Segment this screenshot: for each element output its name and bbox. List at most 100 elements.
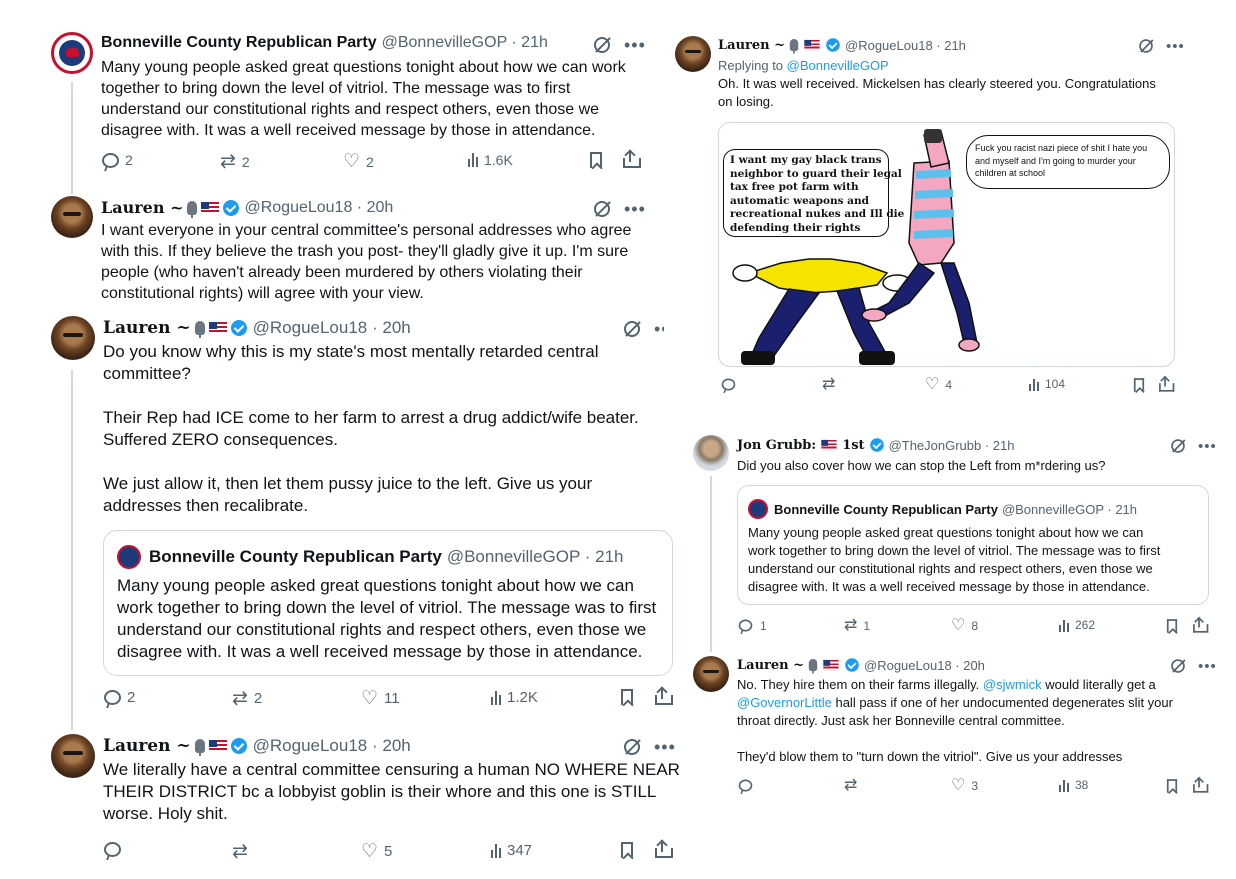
tweet-lauren-second[interactable]: Lauren ~ @RogueLou18 · 20h ••• We litera… [34,726,690,879]
grok-icon[interactable] [1171,659,1185,673]
reply-button[interactable] [737,778,760,793]
reply-button[interactable]: 1 [737,618,767,633]
avatar-lauren[interactable] [51,734,95,778]
tweet-text-line: Their Rep had ICE come to her farm to ar… [103,408,639,427]
repost-button[interactable]: ⇄ [822,377,841,393]
author-name[interactable]: Lauren ~ [103,736,191,756]
author-handle[interactable]: @TheJonGrubb · 21h [889,438,1015,453]
grok-icon[interactable] [594,37,610,53]
author-handle[interactable]: @RogueLou18 · 20h [244,199,393,217]
more-icon[interactable]: ••• [1166,39,1185,54]
author-handle[interactable]: @RogueLou18 · 20h [864,658,985,673]
more-icon[interactable]: ••• [1198,439,1217,454]
verified-badge-icon[interactable] [223,199,240,216]
like-button[interactable]: ♡ 11 [361,689,400,708]
more-icon[interactable]: ••• [624,36,646,54]
reply-button[interactable] [720,377,743,392]
author-name[interactable]: Jon Grubb: [737,438,816,453]
verified-badge-icon[interactable] [845,658,859,672]
share-button[interactable] [655,842,673,858]
repost-button[interactable]: ⇄ 2 [232,689,262,708]
avatar-lauren[interactable] [51,196,93,238]
us-flag-icon [208,740,227,752]
reply-button[interactable]: 2 [102,152,133,168]
bookmark-button[interactable] [1133,377,1145,393]
verified-badge-icon[interactable] [826,38,840,52]
bookmark-button[interactable] [590,152,602,168]
author-handle[interactable]: @RogueLou18 · 21h [845,38,966,53]
bookmark-button[interactable] [621,689,633,705]
tweet-text-line [737,730,1173,748]
views-button[interactable]: 1.6K [468,152,513,168]
avatar-lauren[interactable] [51,316,95,360]
reply-button[interactable]: 2 [104,689,135,706]
like-button[interactable]: ♡ 3 [951,778,978,794]
grok-icon[interactable] [624,321,640,337]
repost-icon: ⇄ [232,841,248,862]
avatar-jon[interactable] [693,435,729,471]
bookmark-button[interactable] [1166,778,1178,794]
more-icon[interactable]: ••• [1198,659,1217,674]
repost-button[interactable]: ⇄ 2 [220,152,250,171]
author-name[interactable]: Lauren ~ [101,198,183,217]
replying-to-label: Replying to [718,58,787,73]
tweet-lauren-quote[interactable]: Lauren ~ @RogueLou18 · 20h ••• Do you kn… [34,306,690,724]
replying-to-link[interactable]: @BonnevilleGOP [787,58,889,73]
author-name[interactable]: Lauren ~ [103,318,191,338]
like-button[interactable]: ♡ 2 [343,152,374,171]
avatar-gop[interactable] [51,32,93,74]
more-icon[interactable]: ••• [624,200,646,218]
views-icon [1059,778,1069,792]
views-button[interactable]: 347 [491,842,532,859]
grok-icon[interactable] [624,739,640,755]
grok-icon[interactable] [1139,39,1153,53]
mention-link[interactable]: @GovernorLittle [737,695,832,710]
repost-button[interactable]: ⇄ [844,778,863,794]
share-button[interactable] [1158,377,1175,392]
tweet-lauren-comic[interactable]: Lauren ~ @RogueLou18 · 21h ••• Replying … [664,22,1192,410]
tweet-jon[interactable]: Jon Grubb: 1st @TheJonGrubb · 21h ••• Di… [680,422,1236,652]
thread-panel-top-right: Lauren ~ @RogueLou18 · 21h ••• Replying … [664,22,1192,410]
like-button[interactable]: ♡ 4 [925,377,952,393]
author-handle[interactable]: @RogueLou18 · 20h [253,318,411,338]
repost-button[interactable]: ⇄ 1 [844,618,870,634]
verified-badge-icon[interactable] [869,438,884,452]
avatar-gop-small [748,499,768,519]
quoted-text-line: disagree with. It was a well received me… [748,579,1150,594]
tweet-gop[interactable]: Bonneville County Republican Party @Bonn… [34,22,660,182]
avatar-lauren[interactable] [675,36,711,72]
verified-badge-icon[interactable] [230,738,247,754]
views-button[interactable]: 38 [1059,778,1088,792]
author-handle[interactable]: @BonnevilleGOP · 21h [382,34,548,52]
like-button[interactable]: ♡ 5 [361,842,392,861]
share-button[interactable] [623,152,641,168]
author-handle[interactable]: @RogueLou18 · 20h [253,736,411,756]
grok-icon[interactable] [1171,439,1185,453]
like-count: 8 [971,619,979,633]
bookmark-button[interactable] [1166,618,1178,634]
comic-image[interactable]: I want my gay black trans neighbor to gu… [718,122,1175,367]
verified-badge-icon[interactable] [230,320,247,336]
share-button[interactable] [655,689,673,705]
reply-button[interactable] [104,842,127,857]
bookmark-button[interactable] [621,842,633,858]
repost-button[interactable]: ⇄ [232,842,254,861]
share-button[interactable] [1192,778,1209,793]
author-name[interactable]: Lauren ~ [718,38,785,53]
views-button[interactable]: 1.2K [491,689,538,706]
views-button[interactable]: 104 [1029,377,1065,391]
more-icon[interactable]: ••• [654,738,676,756]
quoted-tweet[interactable]: Bonneville County Republican Party @Bonn… [737,485,1209,605]
tweet-lauren-reply[interactable]: Lauren ~ @RogueLou18 · 20h ••• I want ev… [34,190,660,306]
views-count: 347 [507,842,533,859]
share-button[interactable] [1192,618,1209,633]
author-name[interactable]: Bonneville County Republican Party [101,34,377,52]
like-button[interactable]: ♡ 8 [951,618,978,634]
author-name[interactable]: Lauren ~ [737,658,804,673]
grok-icon[interactable] [594,201,610,217]
mention-link[interactable]: @sjwmick [983,677,1042,692]
views-button[interactable]: 262 [1059,618,1095,632]
tweet-lauren-final[interactable]: Lauren ~ @RogueLou18 · 20h ••• No. They … [680,652,1236,812]
avatar-lauren[interactable] [693,656,729,692]
quoted-tweet[interactable]: Bonneville County Republican Party @Bonn… [103,530,673,676]
